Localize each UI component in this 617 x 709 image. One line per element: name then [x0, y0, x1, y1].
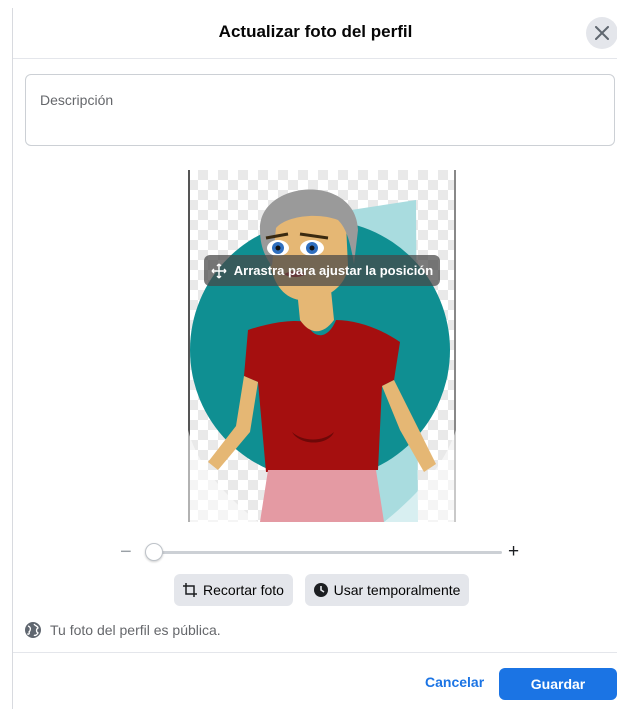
cancel-button[interactable]: Cancelar [425, 674, 484, 690]
crop-photo-label: Recortar foto [203, 582, 284, 598]
save-button[interactable]: Guardar [499, 668, 617, 700]
globe-icon [25, 622, 41, 638]
close-icon [595, 26, 609, 40]
crop-icon [183, 583, 198, 597]
zoom-slider-row: − + [118, 540, 528, 564]
close-button[interactable] [586, 17, 617, 49]
clock-icon [313, 583, 328, 597]
dialog-header: Actualizar foto del perfil [13, 8, 617, 59]
dialog-title: Actualizar foto del perfil [218, 22, 413, 41]
footer-divider [13, 652, 617, 653]
drag-hint-text: Arrastra para ajustar la posición [233, 263, 434, 278]
drag-hint-overlay: Arrastra para ajustar la posición [204, 255, 440, 286]
move-arrows-icon [211, 263, 227, 278]
zoom-out-button[interactable]: − [120, 540, 132, 564]
description-input[interactable]: Descripción [25, 74, 615, 146]
zoom-in-button[interactable]: + [508, 540, 519, 564]
zoom-slider-track[interactable] [152, 551, 502, 554]
use-temporarily-button[interactable]: Usar temporalmente [305, 574, 469, 606]
crop-photo-button[interactable]: Recortar foto [174, 574, 293, 606]
photo-position-editor[interactable] [188, 170, 456, 522]
privacy-text: Tu foto del perfil es pública. [50, 622, 221, 638]
profile-photo [188, 170, 456, 522]
privacy-notice: Tu foto del perfil es pública. [25, 620, 221, 640]
save-label: Guardar [530, 676, 586, 692]
update-profile-photo-dialog: Actualizar foto del perfil Descripción A… [12, 8, 617, 709]
use-temporarily-label: Usar temporalmente [333, 582, 461, 598]
zoom-slider-thumb[interactable] [145, 543, 163, 561]
description-placeholder: Descripción [40, 92, 114, 108]
